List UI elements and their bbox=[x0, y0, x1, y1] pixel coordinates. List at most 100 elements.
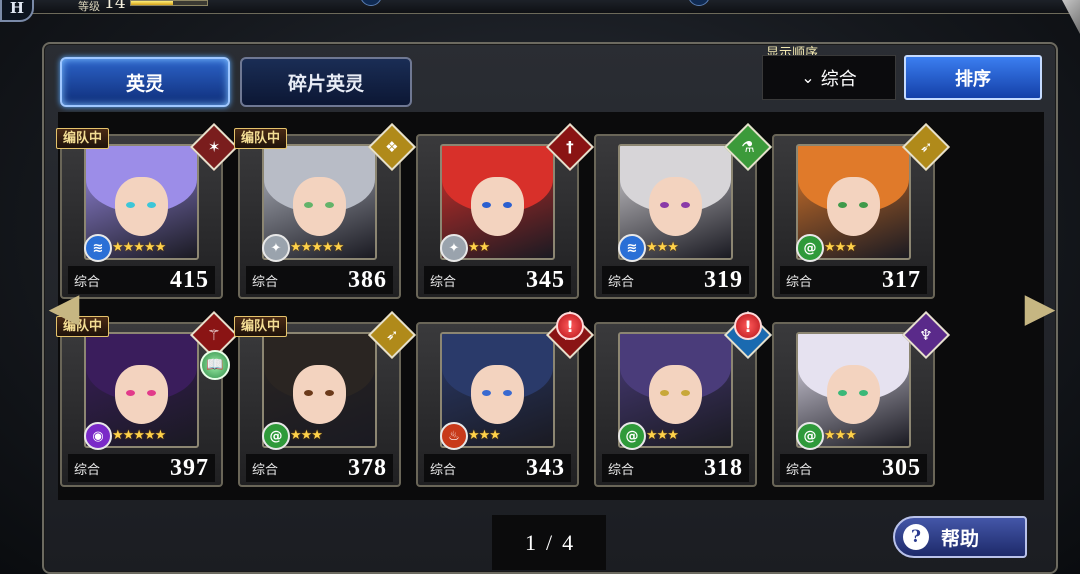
hero-face bbox=[292, 177, 347, 236]
wind-icon: @ bbox=[618, 422, 646, 450]
sort-button[interactable]: 排序 bbox=[904, 55, 1042, 100]
rarity-stars: ★★★ bbox=[290, 428, 323, 443]
stat-label: 综合 bbox=[786, 462, 813, 478]
rarity-stars: ★★★★★ bbox=[112, 428, 166, 443]
prev-page-arrow-icon[interactable]: ◀ bbox=[44, 268, 84, 348]
rarity-stars: ★★★ bbox=[824, 428, 857, 443]
question-icon: ? bbox=[903, 524, 929, 550]
help-button[interactable]: ? 帮助 bbox=[893, 516, 1027, 558]
hero-face bbox=[292, 365, 347, 424]
in-team-badge: 编队中 bbox=[56, 128, 110, 149]
hero-face bbox=[114, 177, 169, 236]
hero-eye bbox=[147, 390, 157, 396]
rarity-stars: ★★★★★ bbox=[112, 240, 166, 255]
flame-icon: ♨ bbox=[440, 422, 468, 450]
alert-icon: ! bbox=[734, 312, 762, 340]
hero-card[interactable]: ⚗ ≋ ★★★ 综合 319 bbox=[594, 122, 773, 299]
book-icon: 📖 bbox=[200, 350, 230, 380]
hero-eye bbox=[659, 390, 669, 396]
hero-card[interactable]: ✶ ≋ ★★★★★ 综合 415 编队中 bbox=[56, 122, 239, 299]
gem-icon bbox=[360, 0, 382, 6]
hero-eye bbox=[859, 390, 869, 396]
hero-eye bbox=[681, 390, 691, 396]
hero-stat-bar: 综合 305 bbox=[780, 454, 927, 482]
hero-face bbox=[648, 177, 703, 236]
stat-label: 综合 bbox=[608, 274, 635, 290]
tab-heroes[interactable]: 英灵 bbox=[60, 57, 230, 107]
hero-face bbox=[648, 365, 703, 424]
tab-hero-fragments[interactable]: 碎片英灵 bbox=[240, 57, 412, 107]
hero-face bbox=[470, 177, 525, 236]
hero-face bbox=[470, 365, 525, 424]
level-value: 14 bbox=[104, 0, 126, 13]
stat-label: 综合 bbox=[430, 462, 457, 478]
exp-bar-fill bbox=[131, 1, 173, 5]
in-team-badge: 编队中 bbox=[234, 128, 288, 149]
stat-label: 综合 bbox=[74, 462, 101, 478]
rarity-stars: ★★ bbox=[468, 240, 490, 255]
rarity-stars: ★★★ bbox=[468, 428, 501, 443]
wind-icon: @ bbox=[796, 422, 824, 450]
shuriken-icon: ✦ bbox=[440, 234, 468, 262]
hero-stat-bar: 综合 317 bbox=[780, 266, 927, 294]
hero-eye bbox=[325, 202, 335, 208]
hero-eye bbox=[859, 202, 869, 208]
hero-card[interactable]: ⚔♨★★★综合343! bbox=[416, 310, 595, 487]
home-icon: H bbox=[9, 0, 25, 17]
stat-value: 317 bbox=[882, 266, 921, 293]
hero-card[interactable]: ✹@★★★综合318! bbox=[594, 310, 773, 487]
stat-value: 343 bbox=[526, 454, 565, 481]
stat-value: 386 bbox=[348, 266, 387, 293]
stat-value: 318 bbox=[704, 454, 743, 481]
hero-eye bbox=[147, 202, 157, 208]
rarity-stars: ★★★ bbox=[824, 240, 857, 255]
hero-stat-bar: 综合 378 bbox=[246, 454, 393, 482]
rarity-stars: ★★★★★ bbox=[290, 240, 344, 255]
wind-icon: @ bbox=[796, 234, 824, 262]
hero-card[interactable]: ❖ ✦ ★★★★★ 综合 386 编队中 bbox=[234, 122, 417, 299]
stat-label: 综合 bbox=[252, 462, 279, 478]
hero-card[interactable]: ⚚ ◉ ★★★★★ 综合 397 编队中 📖 bbox=[56, 310, 239, 487]
page-total: 4 bbox=[562, 529, 574, 555]
hero-stat-bar: 综合 318 bbox=[602, 454, 749, 482]
hero-eye bbox=[125, 390, 135, 396]
hero-eye bbox=[837, 202, 847, 208]
hero-face bbox=[826, 365, 881, 424]
eye-icon: ◉ bbox=[84, 422, 112, 450]
water-icon: ≋ bbox=[618, 234, 646, 262]
home-button[interactable]: H bbox=[0, 0, 34, 22]
hero-card[interactable]: † ✦ ★★ 综合 345 bbox=[416, 122, 595, 299]
alert-icon: ! bbox=[556, 312, 584, 340]
sort-order-select[interactable]: ⌄ 综合 bbox=[762, 55, 896, 100]
exp-bar bbox=[130, 0, 208, 6]
next-page-arrow-icon[interactable]: ▶ bbox=[1020, 268, 1060, 348]
hero-stat-bar: 综合 386 bbox=[246, 266, 393, 294]
hero-eye bbox=[303, 390, 313, 396]
hero-eye bbox=[325, 390, 335, 396]
stat-label: 综合 bbox=[430, 274, 457, 290]
hero-stat-bar: 综合 319 bbox=[602, 266, 749, 294]
hero-eye bbox=[481, 390, 491, 396]
hero-grid: ✶ ≋ ★★★★★ 综合 415 编队中 ❖ ✦ ★★★★★ 综合 386 编队中 † ✦ ★★ 综合 345 ⚗… bbox=[56, 112, 1044, 500]
hero-face bbox=[114, 365, 169, 424]
sort-order-value: 综合 bbox=[820, 68, 857, 90]
page-separator: / bbox=[545, 529, 553, 555]
hero-card[interactable]: ➶ @ ★★★ 综合 378 编队中 bbox=[234, 310, 417, 487]
gem-icon bbox=[688, 0, 710, 6]
stat-label: 综合 bbox=[786, 274, 813, 290]
help-label: 帮助 bbox=[941, 527, 980, 550]
hero-stat-bar: 综合 345 bbox=[424, 266, 571, 294]
hero-eye bbox=[503, 202, 513, 208]
wind-icon: @ bbox=[262, 422, 290, 450]
hero-eye bbox=[681, 202, 691, 208]
stat-value: 415 bbox=[170, 266, 209, 293]
hero-card[interactable]: ➶ @ ★★★ 综合 317 bbox=[772, 122, 951, 299]
water-icon: ≋ bbox=[84, 234, 112, 262]
hero-face bbox=[826, 177, 881, 236]
stat-value: 378 bbox=[348, 454, 387, 481]
hero-eye bbox=[125, 202, 135, 208]
hero-eye bbox=[659, 202, 669, 208]
rarity-stars: ★★★ bbox=[646, 240, 679, 255]
shuriken-icon: ✦ bbox=[262, 234, 290, 262]
hero-card[interactable]: ♆ @ ★★★ 综合 305 bbox=[772, 310, 951, 487]
